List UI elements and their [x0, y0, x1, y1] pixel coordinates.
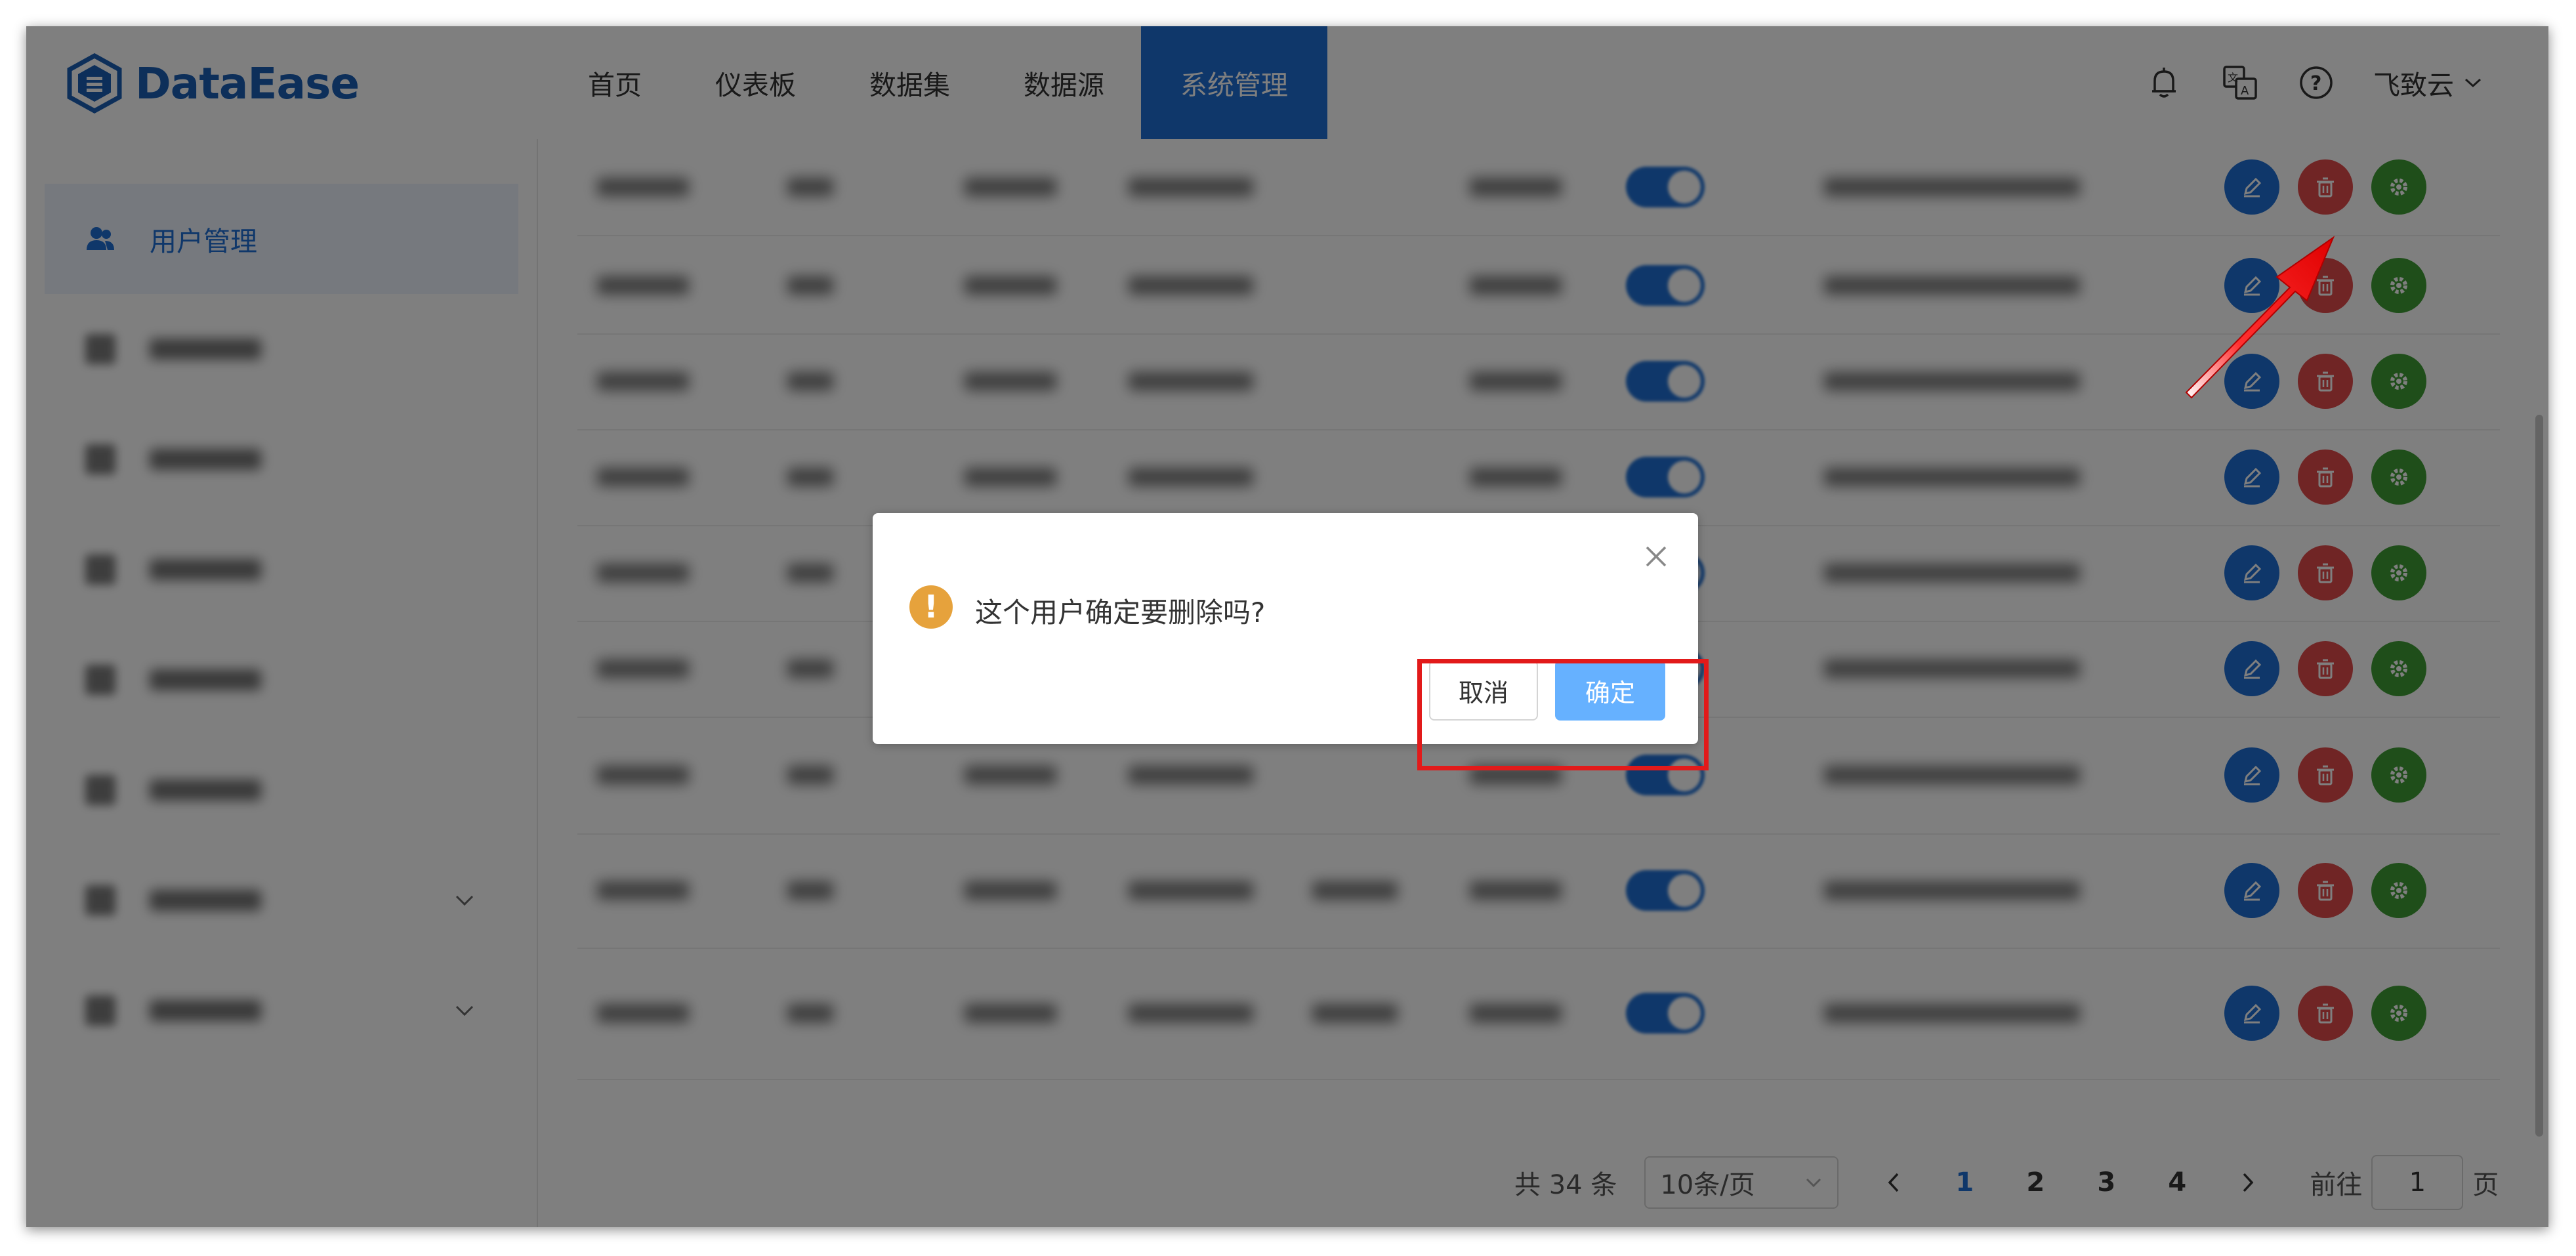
highlight-box	[1417, 659, 1709, 770]
app-window: DataEase 首页 仪表板 数据集 数据源 系统管理 A文 ? 飞致云	[26, 26, 2548, 1227]
dialog-message: 这个用户确定要删除吗?	[975, 597, 1266, 629]
warning-icon: !	[909, 585, 953, 629]
annotation-arrow	[2185, 236, 2335, 399]
close-icon[interactable]	[1643, 543, 1669, 570]
